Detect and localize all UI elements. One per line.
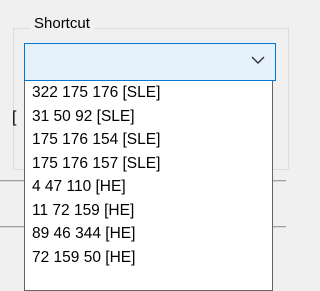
- shortcut-group-title: Shortcut: [30, 14, 94, 34]
- shortcut-combobox[interactable]: [24, 43, 276, 81]
- dropdown-option[interactable]: 31 50 92 [SLE]: [25, 105, 272, 129]
- dropdown-option[interactable]: 175 176 154 [SLE]: [25, 128, 272, 152]
- obscured-label-bracket: [: [12, 109, 17, 126]
- dropdown-option[interactable]: 175 176 157 [SLE]: [25, 152, 272, 176]
- shortcut-dropdown-list[interactable]: 322 175 176 [SLE] 31 50 92 [SLE] 175 176 1…: [24, 81, 273, 291]
- dropdown-option[interactable]: 4 47 110 [HE]: [25, 175, 272, 199]
- dropdown-option[interactable]: 72 159 50 [HE]: [25, 246, 272, 270]
- dropdown-option[interactable]: 11 72 159 [HE]: [25, 199, 272, 223]
- chevron-down-icon[interactable]: [251, 55, 265, 65]
- dropdown-option[interactable]: 89 46 344 [HE]: [25, 222, 272, 246]
- dropdown-option[interactable]: 322 175 176 [SLE]: [25, 81, 272, 105]
